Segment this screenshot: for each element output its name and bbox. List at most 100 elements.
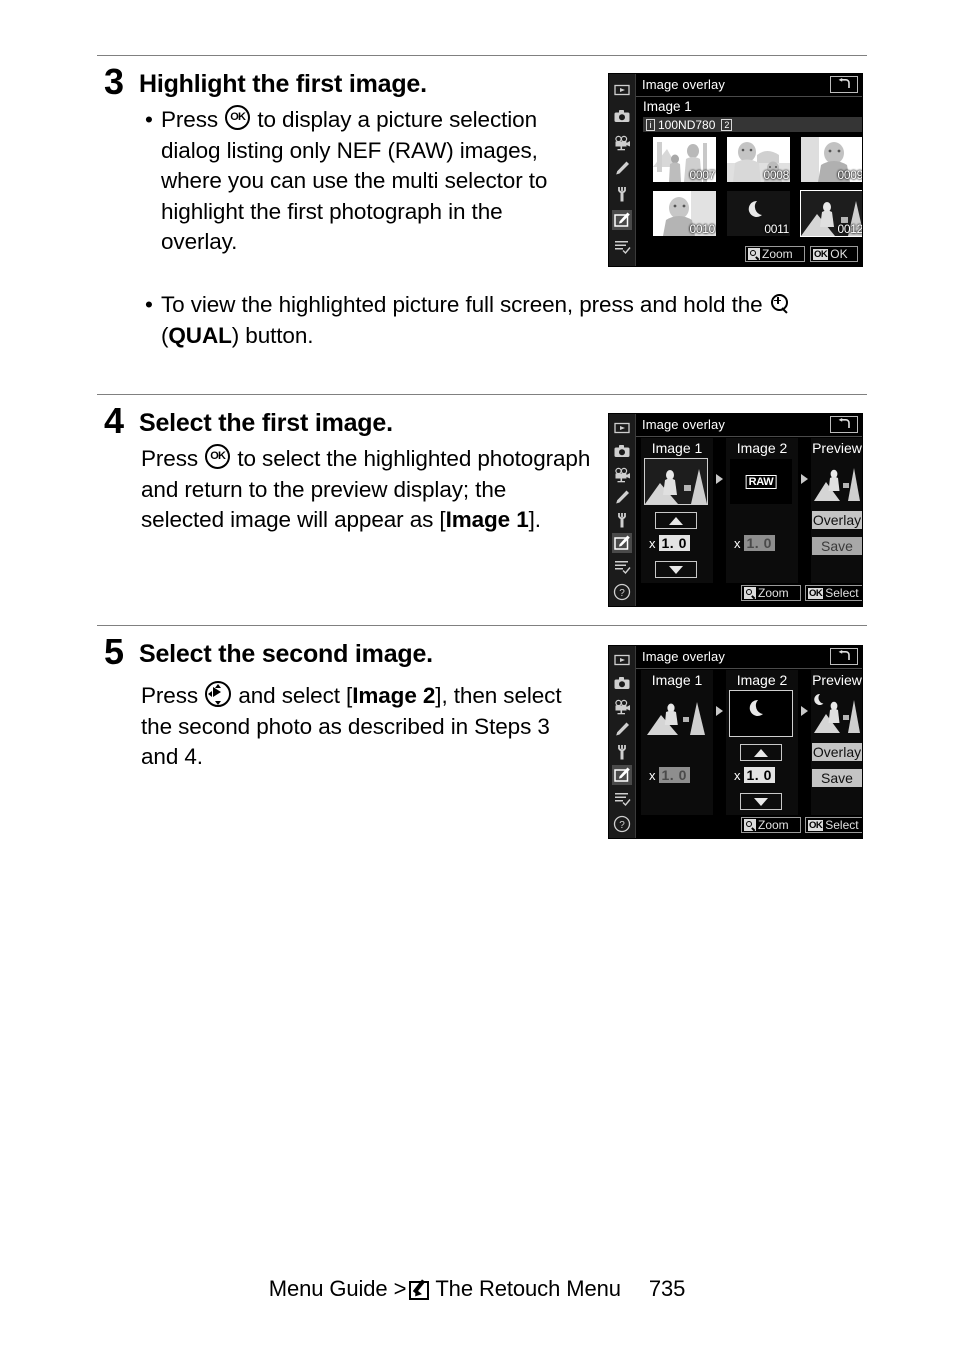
screen-header: Image overlay [636,74,862,97]
image1-gain-up-button[interactable] [655,512,697,529]
screen-header: Image overlay [636,646,862,669]
select-button[interactable]: OK Select [805,817,862,833]
sidebar-item-setup[interactable] [612,742,632,762]
column-image1: Image 1 x 1. 0 [641,670,713,815]
screen-bottom-bar: Zoom OK OK [636,244,862,266]
sidebar-item-help[interactable]: ? [612,814,632,834]
camera-screen-overlay-image2: ? Image overlay Image 1 x 1. 0 Image 2 x… [608,645,863,839]
save-button[interactable]: Save [812,537,862,555]
thumbnail-item[interactable]: 0009 [801,137,862,182]
image1-thumbnail[interactable] [644,458,708,505]
screen-title: Image overlay [642,417,725,432]
back-arrow-icon[interactable] [830,76,858,93]
back-arrow-icon[interactable] [830,416,858,433]
sidebar-item-setup[interactable] [612,184,632,204]
sidebar-item-playback[interactable] [612,418,632,438]
gain-multiplier-symbol: x [734,535,741,551]
column-title: Image 1 [651,440,703,456]
retouch-menu-icon [409,1279,431,1300]
thumbnail-item-selected[interactable]: 0012 [800,190,863,237]
sidebar-item-my-menu[interactable] [612,236,632,256]
image2-gain-value[interactable]: 1. 0 [743,767,775,783]
ok-badge: OK [808,819,824,831]
image2-gain-up-button[interactable] [740,744,782,761]
image2-gain-down-button[interactable] [740,793,782,810]
overlay-button[interactable]: Overlay [812,511,862,529]
section-divider [97,394,867,395]
ok-button[interactable]: OK OK [810,246,858,262]
page-footer: Menu Guide > The Retouch Menu 735 [0,1276,954,1302]
sidebar-item-custom-settings[interactable] [612,158,632,178]
thumbnail-item[interactable]: 0007 [653,137,716,182]
ok-button-icon [225,105,251,130]
column-image2: Image 2 RAW x 1. 0 [726,438,798,583]
flow-arrow-icon [801,474,808,484]
menu-sidebar: ? [609,646,636,838]
sidebar-item-retouch[interactable] [612,533,632,553]
manual-page: 3 Highlight the first image. Press to di… [0,0,954,1345]
sidebar-item-help[interactable]: ? [612,582,632,602]
step-5-paragraph: Press and select [Image 2], then select … [141,681,562,769]
sidebar-item-playback[interactable] [612,650,632,670]
preview-thumbnail [814,691,860,733]
sidebar-item-playback[interactable] [612,80,632,100]
sidebar-item-movie-shooting[interactable] [612,696,632,716]
screen-title: Image overlay [642,649,725,664]
sidebar-item-custom-settings[interactable] [612,487,632,507]
zoom-button[interactable]: Zoom [741,817,801,833]
flow-arrow-icon [716,474,723,484]
thumbnail-number: 0010 [689,222,716,236]
thumbnail-number: 0012 [837,222,863,236]
sidebar-item-custom-settings[interactable] [612,719,632,739]
sidebar-item-photo-shooting[interactable] [612,441,632,461]
sidebar-item-retouch[interactable] [612,765,632,785]
ok-label: OK [830,247,848,261]
image1-gain-down-button[interactable] [655,561,697,578]
thumbnail-item[interactable]: 0011 [727,191,790,236]
image1-gain-value[interactable]: 1. 0 [658,535,690,551]
sidebar-item-my-menu[interactable] [612,788,632,808]
sidebar-item-movie-shooting[interactable] [612,132,632,152]
menu-sidebar: ? [609,414,636,606]
sidebar-item-photo-shooting[interactable] [612,673,632,693]
camera-screen-picture-selection: Image overlay Image 1 i 100ND780 2 0007 … [608,73,863,267]
overlay-button-label: Overlay [812,744,862,760]
sidebar-item-setup[interactable] [612,510,632,530]
thumbnail-number: 0007 [689,168,716,182]
image2-gain-value: 1. 0 [743,535,775,551]
sidebar-item-movie-shooting[interactable] [612,464,632,484]
image1-gain-row: x 1. 0 [649,767,690,783]
zoom-label: Zoom [758,586,789,600]
card-slot-badge: 2 [721,118,733,131]
column-preview: Preview Overlay Save [811,438,862,583]
thumbnail-number: 0011 [764,222,789,236]
save-button[interactable]: Save [812,769,862,787]
sidebar-item-photo-shooting[interactable] [612,106,632,126]
step-3-bullet-2: To view the highlighted picture full scr… [143,290,861,351]
column-title: Image 2 [736,440,788,456]
zoom-button[interactable]: Zoom [745,246,805,262]
menu-sidebar [609,74,636,266]
zoom-button[interactable]: Zoom [741,585,801,601]
image2-thumbnail-placeholder[interactable]: RAW [730,459,792,504]
image2-gain-row: x 1. 0 [734,767,775,783]
overlay-button[interactable]: Overlay [812,743,862,761]
thumbnail-number: 0008 [763,168,790,182]
image2-thumbnail[interactable] [729,690,793,737]
thumbnail-item[interactable]: 0010 [653,191,716,236]
image1-thumbnail[interactable] [647,693,705,735]
step-title-4: Select the first image. [139,409,393,437]
step-3-bullet-1: Press to display a picture selection dia… [143,105,583,258]
gain-multiplier-symbol: x [649,535,656,551]
column-image2: Image 2 x 1. 0 [726,670,798,815]
back-arrow-icon[interactable] [830,648,858,665]
thumbnail-item[interactable]: 0008 [727,137,790,182]
sidebar-item-my-menu[interactable] [612,556,632,576]
column-image1: Image 1 x 1. 0 [641,438,713,583]
image-slot-label: Image 1 [643,99,692,114]
select-button[interactable]: OK Select [805,585,862,601]
image1-gain-value: 1. 0 [658,767,690,783]
sidebar-item-retouch[interactable] [612,210,632,230]
select-label: Select [825,586,859,600]
screen-bottom-bar: Zoom OK Select [636,816,862,838]
